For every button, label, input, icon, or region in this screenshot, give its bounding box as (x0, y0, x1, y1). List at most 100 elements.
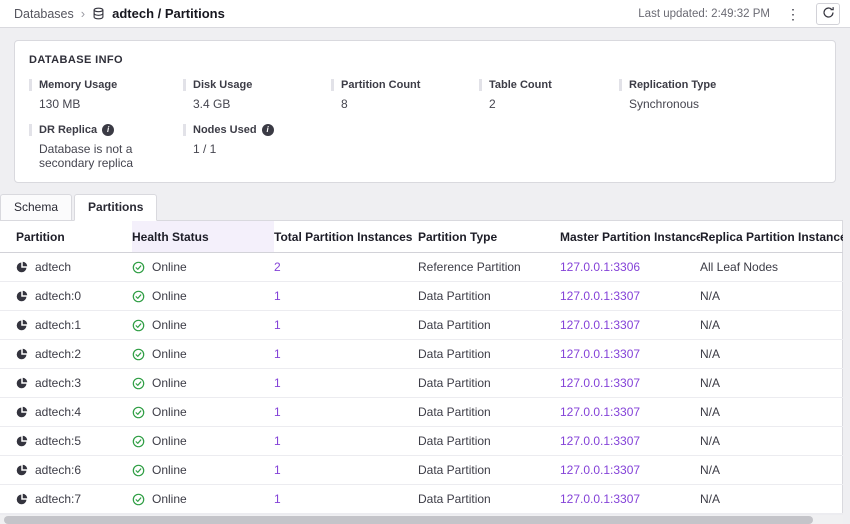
master-instance-link[interactable]: 127.0.0.1:3307 (560, 289, 640, 303)
partition-type-text: Data Partition (418, 492, 491, 506)
total-instances-link[interactable]: 1 (274, 463, 281, 477)
health-status-text: Online (152, 463, 187, 477)
master-instance-link[interactable]: 127.0.0.1:3307 (560, 405, 640, 419)
health-status-text: Online (152, 434, 187, 448)
refresh-button[interactable] (816, 3, 840, 25)
database-info-card: DATABASE INFO Memory Usage 130 MB Disk U… (14, 40, 836, 183)
column-header-master-instance[interactable]: Master Partition Instance ... (560, 221, 700, 253)
replica-instance-text: N/A (700, 318, 720, 332)
total-instances-link[interactable]: 1 (274, 347, 281, 361)
horizontal-scrollbar[interactable] (0, 514, 843, 524)
partition-name: adtech:6 (35, 463, 81, 477)
online-check-icon (132, 290, 145, 303)
partition-pie-icon (16, 435, 28, 447)
page-title: adtech / Partitions (112, 6, 225, 21)
metric-label: Replication Type (619, 79, 811, 91)
metric-label: Table Count (479, 79, 609, 91)
total-instances-link[interactable]: 1 (274, 376, 281, 390)
column-header-health-status[interactable]: Health Status (132, 221, 274, 253)
breadcrumb-databases-link[interactable]: Databases (14, 7, 74, 21)
table-row: adtech:2 Online 1 Data Partition 127.0.0… (0, 340, 843, 369)
info-icon[interactable] (262, 124, 274, 136)
metric-memory-usage: Memory Usage 130 MB (29, 79, 183, 111)
total-instances-link[interactable]: 1 (274, 318, 281, 332)
kebab-menu-icon[interactable]: ⋮ (780, 5, 806, 23)
partition-pie-icon (16, 406, 28, 418)
total-instances-link[interactable]: 2 (274, 260, 281, 274)
partition-name: adtech:5 (35, 434, 81, 448)
master-instance-link[interactable]: 127.0.0.1:3307 (560, 434, 640, 448)
total-instances-link[interactable]: 1 (274, 434, 281, 448)
online-check-icon (132, 493, 145, 506)
master-instance-link[interactable]: 127.0.0.1:3307 (560, 318, 640, 332)
column-header-partition-type[interactable]: Partition Type (418, 221, 560, 253)
partition-type-text: Data Partition (418, 289, 491, 303)
top-bar: Databases › adtech / Partitions Last upd… (0, 0, 850, 28)
metric-label: Partition Count (331, 79, 469, 91)
partition-pie-icon (16, 290, 28, 302)
metric-replication-type: Replication Type Synchronous (619, 79, 821, 111)
tab-bar: Schema Partitions (0, 194, 850, 221)
partition-pie-icon (16, 348, 28, 360)
partition-pie-icon (16, 493, 28, 505)
replica-instance-text: N/A (700, 434, 720, 448)
total-instances-link[interactable]: 1 (274, 289, 281, 303)
replica-instance-text: All Leaf Nodes (700, 260, 778, 274)
health-status-text: Online (152, 405, 187, 419)
metric-label: DR Replica (29, 124, 173, 136)
master-instance-link[interactable]: 127.0.0.1:3307 (560, 376, 640, 390)
total-instances-link[interactable]: 1 (274, 405, 281, 419)
online-check-icon (132, 319, 145, 332)
tab-partitions[interactable]: Partitions (74, 194, 157, 221)
partition-type-text: Data Partition (418, 434, 491, 448)
metric-value: 1 / 1 (183, 142, 321, 156)
partition-type-text: Reference Partition (418, 260, 521, 274)
partition-name: adtech:7 (35, 492, 81, 506)
online-check-icon (132, 406, 145, 419)
table-row: adtech:1 Online 1 Data Partition 127.0.0… (0, 311, 843, 340)
replica-instance-text: N/A (700, 463, 720, 477)
tab-schema[interactable]: Schema (0, 194, 72, 221)
column-header-partition[interactable]: Partition (0, 221, 132, 253)
metric-label-text: Nodes Used (193, 124, 257, 136)
health-status-text: Online (152, 260, 187, 274)
table-row: adtech:6 Online 1 Data Partition 127.0.0… (0, 456, 843, 485)
scrollbar-thumb[interactable] (4, 516, 813, 524)
master-instance-link[interactable]: 127.0.0.1:3306 (560, 260, 640, 274)
partition-type-text: Data Partition (418, 463, 491, 477)
metric-value: 8 (331, 97, 469, 111)
last-updated-label: Last updated: 2:49:32 PM (638, 8, 770, 20)
metric-value: 2 (479, 97, 609, 111)
online-check-icon (132, 464, 145, 477)
table-row: adtech:5 Online 1 Data Partition 127.0.0… (0, 427, 843, 456)
breadcrumb-separator: › (81, 6, 85, 21)
metric-label-text: DR Replica (39, 124, 97, 136)
table-row: adtech:0 Online 1 Data Partition 127.0.0… (0, 282, 843, 311)
partition-name: adtech:0 (35, 289, 81, 303)
online-check-icon (132, 348, 145, 361)
column-header-total-instances[interactable]: Total Partition Instances (274, 221, 418, 253)
replica-instance-text: N/A (700, 376, 720, 390)
partition-pie-icon (16, 464, 28, 476)
master-instance-link[interactable]: 127.0.0.1:3307 (560, 492, 640, 506)
online-check-icon (132, 377, 145, 390)
table-header-row: Partition Health Status Total Partition … (0, 221, 843, 253)
metrics-row-2: DR Replica Database is not a secondary r… (29, 124, 821, 170)
partitions-table: Partition Health Status Total Partition … (0, 220, 843, 524)
total-instances-link[interactable]: 1 (274, 492, 281, 506)
partition-type-text: Data Partition (418, 376, 491, 390)
metric-value: Database is not a secondary replica (29, 142, 169, 170)
partition-pie-icon (16, 261, 28, 273)
metric-value: Synchronous (619, 97, 811, 111)
metric-value: 3.4 GB (183, 97, 321, 111)
column-header-replica-instance[interactable]: Replica Partition Instance ... (700, 221, 843, 253)
partition-name: adtech:3 (35, 376, 81, 390)
master-instance-link[interactable]: 127.0.0.1:3307 (560, 347, 640, 361)
partition-name: adtech:1 (35, 318, 81, 332)
info-icon[interactable] (102, 124, 114, 136)
metric-label: Nodes Used (183, 124, 321, 136)
master-instance-link[interactable]: 127.0.0.1:3307 (560, 463, 640, 477)
online-check-icon (132, 435, 145, 448)
replica-instance-text: N/A (700, 405, 720, 419)
partition-type-text: Data Partition (418, 347, 491, 361)
